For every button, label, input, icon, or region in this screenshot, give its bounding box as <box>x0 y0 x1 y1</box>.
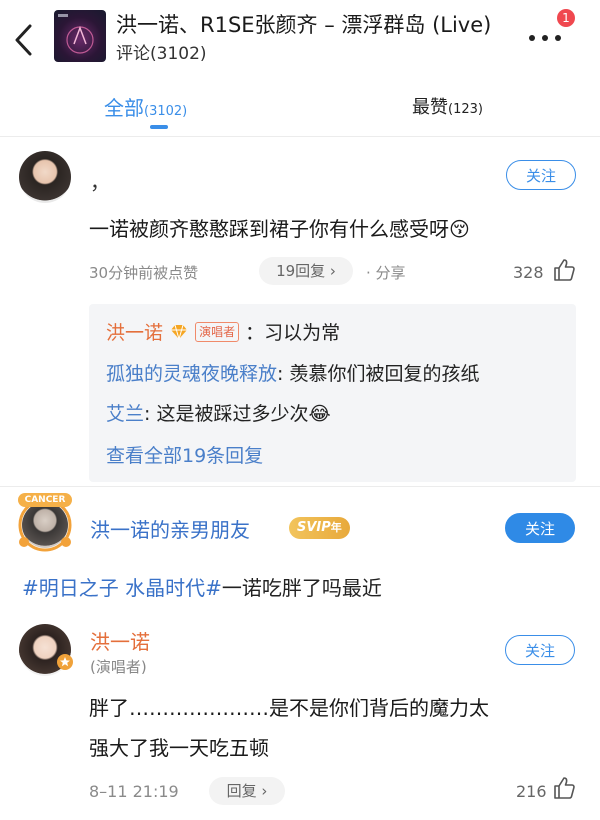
avatar-frame-label: CANCER <box>24 495 66 505</box>
svip-badge-suffix: 年 <box>330 521 342 534</box>
comment-text-body: 一诺吃胖了吗最近 <box>221 576 382 600</box>
thumbs-up-icon[interactable] <box>552 257 576 283</box>
reply-username[interactable]: 洪一诺 <box>106 322 163 344</box>
laughing-emoji-icon: 😂 <box>308 403 331 425</box>
diamond-badge-icon <box>169 322 189 344</box>
svip-badge: SVIP年 <box>289 517 350 539</box>
tab-all-count: (3102) <box>144 104 188 119</box>
reply-username[interactable]: 孤独的灵魂夜晚释放 <box>106 363 277 385</box>
share-link[interactable]: · 分享 <box>366 262 406 283</box>
reply-username[interactable]: 艾兰 <box>106 403 144 425</box>
comment-timestamp: 8–11 21:19 <box>89 782 179 801</box>
thumbs-up-icon[interactable] <box>552 775 576 801</box>
comment-username[interactable]: 洪一诺的亲男朋友 <box>90 514 250 543</box>
comment-count-title: 评论(3102) <box>116 44 207 64</box>
emoji-icon: 😚 <box>449 217 470 241</box>
album-cover-thumbnail[interactable] <box>54 10 106 62</box>
back-icon[interactable] <box>12 22 36 58</box>
comment-divider <box>0 486 600 487</box>
reply-text: : 这是被踩过多少次 <box>144 403 309 425</box>
hashtag-link[interactable]: 水晶时代# <box>125 576 222 600</box>
reply-line: 孤独的灵魂夜晚释放: 羡慕你们被回复的孩纸 <box>106 359 479 386</box>
song-title: 洪一诺、R1SE张颜齐 – 漂浮群岛 (Live) <box>116 13 492 37</box>
follow-button[interactable]: 关注 <box>505 513 575 543</box>
follow-button[interactable]: 关注 <box>506 160 576 190</box>
reply-text: ：习以为常 <box>245 322 341 344</box>
reply-line: 艾兰: 这是被踩过多少次😂 <box>106 399 331 426</box>
svip-badge-label: SVIP <box>297 520 331 535</box>
tab-hot-count: (123) <box>448 102 483 117</box>
active-tab-indicator <box>150 125 168 129</box>
reply-pill[interactable]: 回复 › <box>209 777 285 805</box>
avatar-with-frame[interactable]: CANCER <box>10 490 80 556</box>
tab-all-label: 全部 <box>104 96 144 120</box>
singer-role-label: (演唱者) <box>90 658 147 676</box>
view-all-replies-link[interactable]: 查看全部19条回复 <box>106 441 263 468</box>
comment-text: 一诺被颜齐憨憨踩到裙子你有什么感受呀😚 <box>89 213 470 242</box>
like-count: 328 <box>513 263 544 282</box>
comment-text: #明日之子 水晶时代#一诺吃胖了吗最近 <box>22 572 382 601</box>
more-options-icon[interactable] <box>526 24 570 48</box>
tabs-divider <box>0 136 600 137</box>
follow-button[interactable]: 关注 <box>505 635 575 665</box>
tab-most-liked[interactable]: 最赞(123) <box>412 93 483 119</box>
comment-username[interactable]: 洪一诺 <box>90 626 150 655</box>
comment-username[interactable]: ， <box>90 166 110 195</box>
hashtag-link[interactable]: #明日之子 <box>22 576 119 600</box>
notification-badge: 1 <box>557 9 575 27</box>
verified-badge-icon <box>57 654 73 670</box>
comment-text-line: 胖了…………………是不是你们背后的魔力太 <box>89 696 489 720</box>
replies-pill[interactable]: 19回复 › <box>259 257 353 285</box>
comment-liked-time: 30分钟前被点赞 <box>89 264 199 282</box>
tab-all-comments[interactable]: 全部(3102) <box>104 92 187 121</box>
comment-text-line: 强大了我一天吃五顿 <box>89 736 269 760</box>
reply-line: 洪一诺 演唱者 ：习以为常 <box>106 318 340 345</box>
reply-text: : 羡慕你们被回复的孩纸 <box>277 363 480 385</box>
singer-tag: 演唱者 <box>195 322 240 342</box>
avatar[interactable] <box>19 151 71 203</box>
tab-hot-label: 最赞 <box>412 97 448 118</box>
like-count: 216 <box>516 782 547 801</box>
comment-text-body: 一诺被颜齐憨憨踩到裙子你有什么感受呀 <box>89 217 449 241</box>
